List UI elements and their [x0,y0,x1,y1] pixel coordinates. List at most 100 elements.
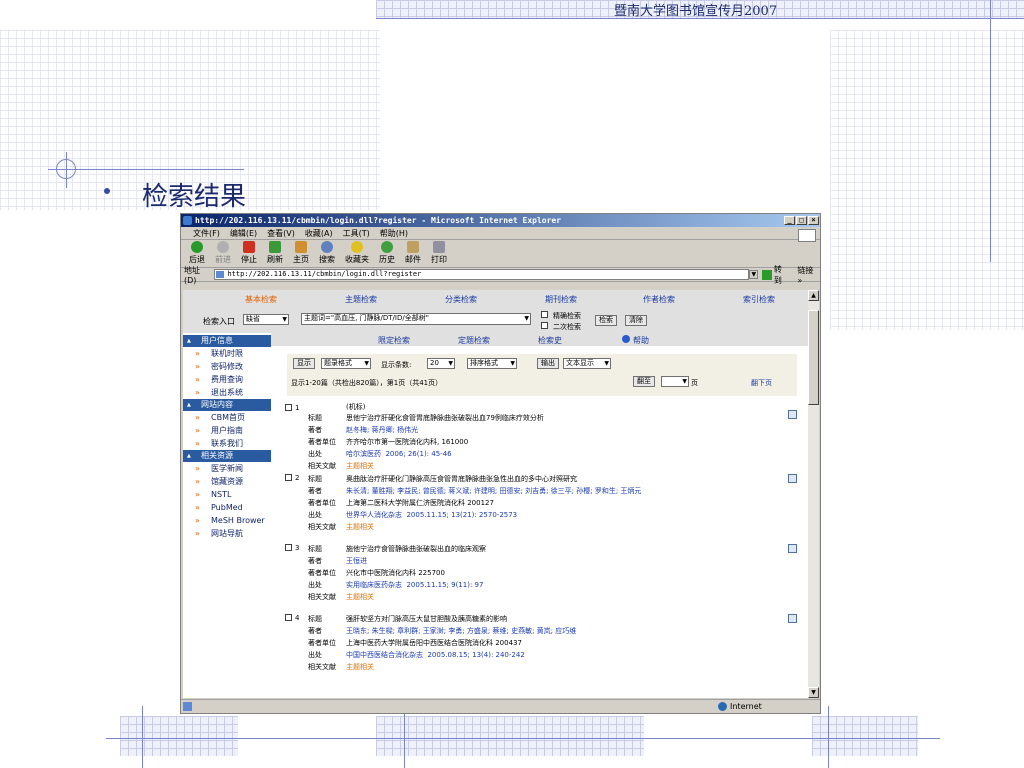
sidebar-item-online-time[interactable]: 联机时限 [183,347,271,360]
show-button[interactable]: 显示 [293,358,315,369]
record-authors[interactable]: 王晓东; 朱生樑; 章利群; 王家澍; 李勇; 方盛泉; 蔡维; 史燕敏; 黄岚… [346,626,576,636]
sidebar-item-pubmed[interactable]: PubMed [183,501,271,514]
address-input[interactable]: http://202.116.13.11/cbmbin/login.dll?re… [214,269,750,280]
title-circle-ornament [56,159,76,179]
menu-favorites[interactable]: 收藏(A) [305,228,333,239]
record-checkbox[interactable] [285,614,292,621]
links-button[interactable]: 链接 » [797,265,820,285]
scroll-up-arrow-icon[interactable]: ▲ [808,290,819,301]
output-select[interactable]: 文本显示 [563,358,611,369]
record-authors[interactable]: 赵冬梅; 蒋丹卿; 杨伟光 [346,425,418,435]
page-number-input[interactable] [661,376,689,387]
document-icon[interactable] [788,410,797,419]
record-checkbox[interactable] [285,404,292,411]
close-button[interactable]: × [808,216,819,225]
clear-button[interactable]: 清除 [625,315,647,326]
print-button[interactable]: 打印 [431,241,447,265]
sidebar-item-fee-query[interactable]: 费用查询 [183,373,271,386]
record-related-link[interactable]: 主题相关 [346,461,374,471]
record-related-link[interactable]: 主题相关 [346,662,374,672]
exact-search-checkbox[interactable] [541,311,548,318]
sort-select[interactable]: 排序格式 [467,358,517,369]
record-related-link[interactable]: 主题相关 [346,592,374,602]
stop-button[interactable]: 停止 [241,241,257,265]
title-label: 标题 [308,414,322,422]
sidebar-item-cbm-home[interactable]: CBM首页 [183,411,271,424]
bottom-grid-band-left [120,716,238,756]
document-icon[interactable] [788,544,797,553]
record-source[interactable]: 中国中西医结合消化杂志 2005.08.15; 13(4): 240-242 [346,650,525,660]
tab-index-search[interactable]: 索引检索 [743,294,775,305]
tab-journal-search[interactable]: 期刊检索 [545,294,577,305]
vertical-scrollbar[interactable]: ▲ ▼ [808,290,819,698]
mail-button[interactable]: 邮件 [405,241,421,265]
menu-tools[interactable]: 工具(T) [343,228,370,239]
author-label: 著者 [308,426,322,434]
sidebar-item-mesh-browser[interactable]: MeSH Brower [183,514,271,527]
record-authors[interactable]: 王恒进 [346,556,367,566]
address-bar: 地址(D) http://202.116.13.11/cbmbin/login.… [181,265,820,285]
title-label: 标题 [308,615,322,623]
address-dropdown-arrow-icon[interactable]: ▼ [749,270,759,279]
format-select[interactable]: 题录格式 [321,358,371,369]
record-related-link[interactable]: 主题相关 [346,522,374,532]
sidebar-item-site-navigation[interactable]: 网站导航 [183,527,271,540]
record-title: 思他宁治疗肝硬化食管胃底静脉曲张破裂出血79例临床疗效分析 [346,414,544,422]
scroll-down-arrow-icon[interactable]: ▼ [808,687,819,698]
tab-subject-search[interactable]: 主题检索 [345,294,377,305]
menu-file[interactable]: 文件(F) [193,228,220,239]
record-authors[interactable]: 朱长清; 董胜翔; 李益民; 曾民德; 蒋义斌; 许建明; 田德安; 刘吉勇; … [346,486,641,496]
document-icon[interactable] [788,614,797,623]
back-button[interactable]: 后退 [189,241,205,265]
tab-author-search[interactable]: 作者检索 [643,294,675,305]
query-input[interactable]: 主题词="高血压, 门静脉/DT/ID/全部树" [301,313,531,325]
maximize-button[interactable]: □ [796,216,807,225]
sidebar-item-nstl[interactable]: NSTL [183,488,271,501]
sidebar-item-contact-us[interactable]: 联系我们 [183,437,271,450]
go-button[interactable]: 转到 [774,264,789,286]
tab-classification-search[interactable]: 分类检索 [445,294,477,305]
count-select[interactable]: 20 [427,358,455,369]
tab-basic-search[interactable]: 基本检索 [245,294,277,305]
export-button[interactable]: 输出 [537,358,559,369]
browser-title-bar[interactable]: http://202.116.13.11/cbmbin/login.dll?re… [181,214,820,227]
record-checkbox[interactable] [285,474,292,481]
history-button[interactable]: 历史 [379,241,395,265]
sidebar-item-change-password[interactable]: 密码修改 [183,360,271,373]
home-button[interactable]: 主页 [293,241,309,265]
sidebar-item-logout[interactable]: 退出系统 [183,386,271,399]
scrollbar-thumb[interactable] [808,310,819,405]
record-checkbox[interactable] [285,544,292,551]
tab-help[interactable]: 帮助 [633,335,649,346]
record-3: 3 标题 施他宁治疗食管静脉曲张破裂出血的临床观察 著者 王恒进 著者单位 兴化… [278,542,808,612]
record-source[interactable]: 哈尔滨医药 2006; 26(1): 45-46 [346,449,452,459]
help-icon[interactable] [622,335,630,343]
secondary-search-checkbox[interactable] [541,322,548,329]
goto-page-button[interactable]: 翻至 [633,376,655,387]
sidebar-item-holdings[interactable]: 馆藏资源 [183,475,271,488]
go-arrow-icon[interactable] [762,269,772,280]
sidebar-section-user-info[interactable]: 用户信息 [183,335,271,347]
tab-limited-search[interactable]: 限定检索 [378,335,410,346]
refresh-button[interactable]: 刷新 [267,241,283,265]
menu-help[interactable]: 帮助(H) [380,228,408,239]
search-button[interactable]: 搜索 [319,241,335,265]
search-entry-select[interactable]: 缺省 [243,314,289,325]
next-page-link[interactable]: 翻下页 [751,378,772,388]
tab-search-history[interactable]: 检索史 [538,335,562,346]
favorites-button[interactable]: 收藏夹 [345,241,369,265]
document-icon[interactable] [788,474,797,483]
menu-edit[interactable]: 编辑(E) [230,228,257,239]
record-source[interactable]: 实用临床医药杂志 2005.11.15; 9(11): 97 [346,580,483,590]
sidebar-item-user-guide[interactable]: 用户指南 [183,424,271,437]
menu-view[interactable]: 查看(V) [267,228,295,239]
minimize-button[interactable]: _ [784,216,795,225]
forward-button[interactable]: 前进 [215,241,231,265]
record-source[interactable]: 世界华人消化杂志 2005.11.15; 13(21): 2570-2573 [346,510,517,520]
sidebar-item-medical-news[interactable]: 医学新闻 [183,462,271,475]
tab-topic-search[interactable]: 定题检索 [458,335,490,346]
sidebar-section-site-content[interactable]: 网站内容 [183,399,271,411]
sidebar-section-resources[interactable]: 相关资源 [183,450,271,462]
search-submit-button[interactable]: 检索 [595,315,617,326]
slide-title: 检索结果 [142,182,247,212]
